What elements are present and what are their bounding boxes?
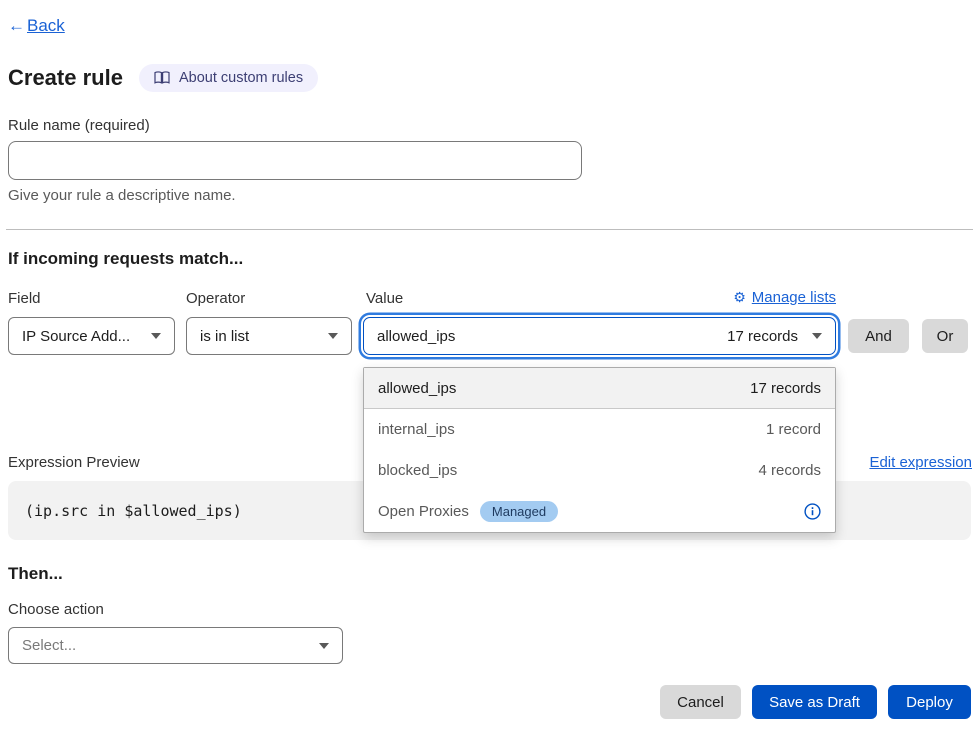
deploy-button[interactable]: Deploy (888, 685, 971, 719)
expression-preview-label: Expression Preview (8, 454, 140, 471)
save-as-draft-button[interactable]: Save as Draft (752, 685, 877, 719)
dropdown-item-open-proxies[interactable]: Open Proxies Managed (364, 491, 835, 532)
value-select-records: 17 records (727, 328, 798, 345)
chevron-down-icon (328, 333, 338, 339)
about-custom-rules-label: About custom rules (179, 70, 303, 86)
edit-expression-link[interactable]: Edit expression (869, 454, 972, 471)
section-divider (6, 229, 973, 230)
gear-icon: ⚙ (733, 291, 746, 305)
or-button[interactable]: Or (922, 319, 968, 353)
book-icon (154, 71, 170, 85)
back-link[interactable]: ←Back (8, 16, 65, 36)
list-name: allowed_ips (378, 380, 456, 397)
action-select[interactable]: Select... (8, 627, 343, 664)
field-select[interactable]: IP Source Add... (8, 317, 175, 355)
chevron-down-icon (151, 333, 161, 339)
title-row: Create rule About custom rules (8, 64, 318, 92)
list-name: Open Proxies (378, 503, 469, 520)
value-select-value: allowed_ips (377, 328, 455, 345)
action-select-placeholder: Select... (22, 637, 76, 654)
chevron-down-icon (319, 643, 329, 649)
chevron-down-icon (812, 333, 822, 339)
page-title: Create rule (8, 65, 123, 91)
back-arrow-icon: ← (8, 16, 25, 36)
operator-select[interactable]: is in list (186, 317, 352, 355)
list-name: internal_ips (378, 421, 455, 438)
manage-lists-link[interactable]: ⚙ Manage lists (733, 289, 836, 306)
and-button[interactable]: And (848, 319, 909, 353)
operator-select-value: is in list (200, 328, 249, 345)
dropdown-item-internal-ips[interactable]: internal_ips 1 record (364, 409, 835, 450)
cancel-button[interactable]: Cancel (660, 685, 741, 719)
choose-action-label: Choose action (8, 601, 104, 618)
manage-lists-label: Manage lists (752, 289, 836, 306)
dropdown-item-allowed-ips[interactable]: allowed_ips 17 records (364, 368, 835, 409)
rule-name-helper: Give your rule a descriptive name. (8, 187, 236, 204)
value-select[interactable]: allowed_ips 17 records (363, 317, 836, 355)
field-select-value: IP Source Add... (22, 328, 130, 345)
operator-label: Operator (186, 290, 245, 307)
managed-badge: Managed (480, 501, 558, 522)
then-section-heading: Then... (8, 564, 63, 584)
match-section-heading: If incoming requests match... (8, 249, 243, 269)
expression-code: (ip.src in $allowed_ips) (25, 502, 242, 520)
back-link-label: Back (27, 16, 65, 36)
list-records: 4 records (758, 462, 821, 479)
list-name: blocked_ips (378, 462, 457, 479)
value-dropdown-menu: allowed_ips 17 records internal_ips 1 re… (363, 367, 836, 533)
about-custom-rules-link[interactable]: About custom rules (139, 64, 318, 92)
dropdown-item-blocked-ips[interactable]: blocked_ips 4 records (364, 450, 835, 491)
list-records: 1 record (766, 421, 821, 438)
field-label: Field (8, 290, 41, 307)
create-rule-page: ←Back Create rule About custom rules Rul… (0, 0, 979, 739)
list-records: 17 records (750, 380, 821, 397)
rule-name-input[interactable] (8, 141, 582, 180)
value-label: Value (366, 290, 403, 307)
rule-name-label: Rule name (required) (8, 117, 150, 134)
info-icon[interactable] (804, 503, 821, 520)
